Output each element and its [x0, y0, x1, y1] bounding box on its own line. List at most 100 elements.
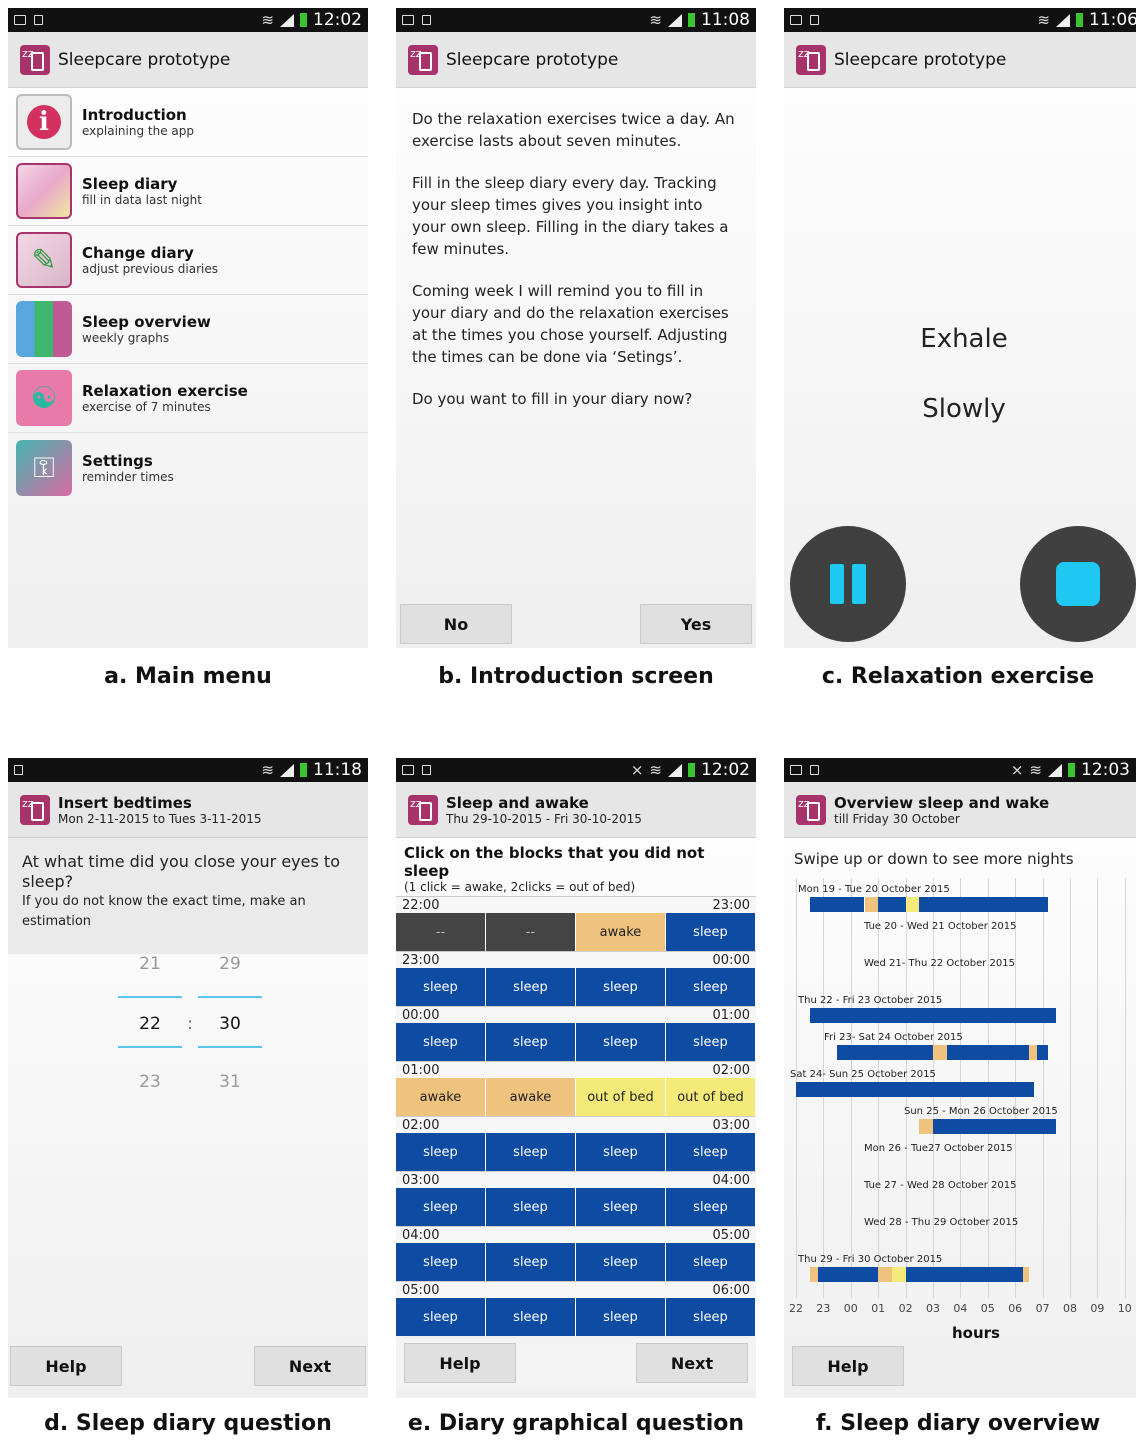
- x-tick-label: 08: [1063, 1302, 1077, 1315]
- pause-button[interactable]: [790, 526, 906, 642]
- sleep-block[interactable]: sleep: [486, 1133, 576, 1171]
- night-label: Thu 22 - Fri 23 October 2015: [798, 995, 943, 1006]
- sleep-block[interactable]: sleep: [396, 1023, 486, 1061]
- time-row: 00:00 01:00: [396, 1006, 756, 1023]
- sleep-block[interactable]: sleep: [576, 1133, 666, 1171]
- sleep-block[interactable]: sleep: [396, 1133, 486, 1171]
- sleep-block[interactable]: sleep: [486, 1298, 576, 1336]
- cell-row: sleep sleep sleep sleep: [396, 1243, 756, 1281]
- menu-item-change-diary[interactable]: ✎ Change diary adjust previous diaries: [8, 226, 368, 295]
- status-bar: ≋ 12:02: [8, 8, 368, 32]
- menu-list: i Introduction explaining the app Sleep d…: [8, 88, 368, 502]
- sleep-block[interactable]: sleep: [666, 1188, 756, 1226]
- sleep-block[interactable]: sleep: [486, 1023, 576, 1061]
- night-label: Mon 19 - Tue 20 October 2015: [798, 884, 950, 895]
- sleep-block[interactable]: sleep: [576, 1298, 666, 1336]
- menu-sublabel: explaining the app: [82, 124, 194, 138]
- time-from: 23:00: [402, 953, 440, 968]
- sleep-block[interactable]: awake: [576, 913, 666, 951]
- sleep-block[interactable]: sleep: [666, 968, 756, 1006]
- sleep-block[interactable]: sleep: [486, 1188, 576, 1226]
- sleep-block[interactable]: sleep: [576, 1243, 666, 1281]
- night-label: Tue 27 - Wed 28 October 2015: [864, 1180, 1017, 1191]
- x-tick-label: 01: [871, 1302, 886, 1315]
- caption-d: d. Sleep diary question: [44, 1411, 332, 1436]
- time-from: 00:00: [402, 1008, 440, 1023]
- app-icon: zz: [20, 794, 50, 825]
- sleep-block[interactable]: sleep: [666, 1243, 756, 1281]
- intro-text: Do the relaxation exercises twice a day.…: [396, 88, 756, 410]
- picker-divider: [198, 1046, 262, 1048]
- sleep-block[interactable]: sleep: [396, 1188, 486, 1226]
- action-bar: zz Sleepcare prototype: [784, 32, 1136, 88]
- app-title: Sleepcare prototype: [58, 49, 231, 70]
- awake-bar: [1028, 1045, 1038, 1060]
- time-to: 03:00: [712, 1118, 750, 1133]
- out-of-bed-bar: [891, 1267, 906, 1282]
- help-button[interactable]: Help: [792, 1346, 904, 1386]
- button-bar: Help Next: [396, 1338, 756, 1388]
- yes-button[interactable]: Yes: [640, 604, 752, 644]
- sleep-block[interactable]: sleep: [666, 1298, 756, 1336]
- sleep-block[interactable]: awake: [486, 1078, 576, 1116]
- time-row: 22:00 23:00: [396, 896, 756, 913]
- menu-item-relaxation[interactable]: ☯ Relaxation exercise exercise of 7 minut…: [8, 364, 368, 433]
- intro-paragraph: Coming week I will remind you to fill in…: [412, 282, 729, 366]
- minute-prev[interactable]: 29: [198, 954, 262, 974]
- notification-icon: [34, 15, 43, 25]
- sleep-block[interactable]: sleep: [666, 1133, 756, 1171]
- status-time: 11:08: [701, 10, 750, 30]
- menu-item-settings[interactable]: ⚿ Settings reminder times: [8, 433, 368, 502]
- action-bar: zz Overview sleep and wake till Friday 30…: [784, 782, 1136, 838]
- time-from: 05:00: [402, 1283, 440, 1298]
- wifi-icon: ≋: [1037, 11, 1050, 29]
- minute-picker[interactable]: 30: [198, 1014, 262, 1034]
- menu-item-sleep-overview[interactable]: Sleep overview weekly graphs: [8, 295, 368, 364]
- next-button[interactable]: Next: [254, 1346, 366, 1386]
- hour-prev[interactable]: 21: [118, 954, 182, 974]
- signal-icon: [280, 13, 294, 27]
- app-title: Sleepcare prototype: [446, 49, 619, 70]
- sleep-block[interactable]: sleep: [396, 1298, 486, 1336]
- status-bar: ⨯ ≋ 12:02: [396, 758, 756, 782]
- sleep-block[interactable]: sleep: [396, 1243, 486, 1281]
- help-button[interactable]: Help: [404, 1343, 516, 1383]
- button-bar: Help Next: [8, 1346, 368, 1390]
- hour-next[interactable]: 23: [118, 1072, 182, 1092]
- caption-c: c. Relaxation exercise: [821, 664, 1095, 689]
- sleep-block[interactable]: out of bed: [576, 1078, 666, 1116]
- help-button[interactable]: Help: [10, 1346, 122, 1386]
- sleep-block[interactable]: sleep: [576, 1188, 666, 1226]
- mute-icon: ⨯: [1010, 761, 1024, 779]
- sleep-bar: [837, 1045, 933, 1060]
- caption-f: f. Sleep diary overview: [815, 1411, 1101, 1436]
- sleep-block[interactable]: sleep: [396, 968, 486, 1006]
- grid-line: [1070, 878, 1071, 1298]
- sleep-block[interactable]: sleep: [576, 1023, 666, 1061]
- sleep-wake-chart[interactable]: 22 23 00 01 02 03 04 05 06 07 08 09 10 Mon 19 - Tue 2…: [784, 878, 1136, 1315]
- x-tick-label: 22: [789, 1302, 803, 1315]
- sleep-block[interactable]: sleep: [666, 1023, 756, 1061]
- sleep-block[interactable]: --: [396, 913, 486, 951]
- menu-item-sleep-diary[interactable]: Sleep diary fill in data last night: [8, 157, 368, 226]
- sleep-block[interactable]: out of bed: [666, 1078, 756, 1116]
- sleep-block[interactable]: sleep: [486, 968, 576, 1006]
- sleep-block[interactable]: --: [486, 913, 576, 951]
- breathing-instruction: Exhale: [920, 324, 1008, 354]
- question-text: At what time did you close your eyes to …: [22, 852, 340, 891]
- sleep-block[interactable]: sleep: [486, 1243, 576, 1281]
- x-tick-label: 05: [980, 1302, 995, 1315]
- awake-bar: [933, 1045, 947, 1060]
- no-button[interactable]: No: [400, 604, 512, 644]
- sleep-bar: [946, 1045, 1029, 1060]
- sleep-block[interactable]: sleep: [576, 968, 666, 1006]
- sleep-block[interactable]: sleep: [666, 913, 756, 951]
- app-icon: zz: [20, 44, 50, 75]
- sleep-block[interactable]: awake: [396, 1078, 486, 1116]
- next-button[interactable]: Next: [636, 1343, 748, 1383]
- stop-button[interactable]: [1020, 526, 1136, 642]
- phone-relaxation: ≋ 11:06 zz Sleepcare prototype Exhale Slo…: [784, 8, 1136, 648]
- menu-item-introduction[interactable]: i Introduction explaining the app: [8, 88, 368, 157]
- battery-icon: [1076, 13, 1083, 27]
- minute-next[interactable]: 31: [198, 1072, 262, 1092]
